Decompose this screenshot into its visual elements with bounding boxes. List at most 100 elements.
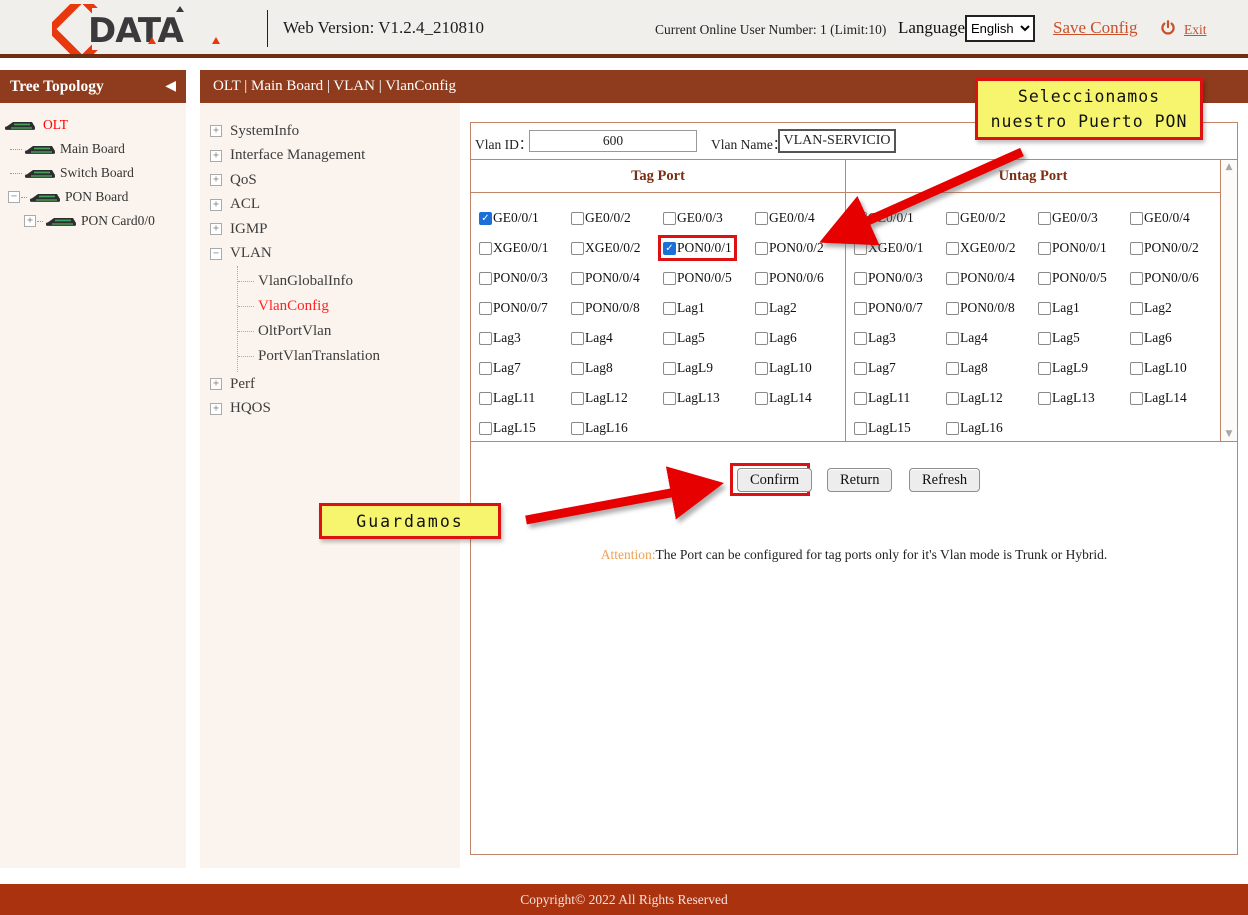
untag-checkbox-lag6[interactable]	[1130, 332, 1143, 345]
untag-checkbox-lagl16[interactable]	[946, 422, 959, 435]
menu-item-systeminfo[interactable]: +SystemInfo	[200, 119, 460, 144]
untag-checkbox-xge0-0-1[interactable]	[854, 242, 867, 255]
expand-plus-icon[interactable]: +	[210, 150, 222, 162]
untag-checkbox-lagl11[interactable]	[854, 392, 867, 405]
save-config-link[interactable]: Save Config	[1053, 18, 1138, 38]
untag-checkbox-pon0-0-1[interactable]	[1038, 242, 1051, 255]
tree-node-switch-board[interactable]: Switch Board	[0, 161, 186, 185]
power-icon[interactable]	[1160, 20, 1176, 36]
untag-checkbox-pon0-0-2[interactable]	[1130, 242, 1143, 255]
untag-checkbox-pon0-0-4[interactable]	[946, 272, 959, 285]
tag-checkbox-xge0-0-1[interactable]	[479, 242, 492, 255]
untag-checkbox-pon0-0-8[interactable]	[946, 302, 959, 315]
untag-checkbox-pon0-0-3[interactable]	[854, 272, 867, 285]
tag-checkbox-lag7[interactable]	[479, 362, 492, 375]
untag-checkbox-lag7[interactable]	[854, 362, 867, 375]
exit-link[interactable]: Exit	[1184, 22, 1207, 38]
untag-checkbox-pon0-0-6[interactable]	[1130, 272, 1143, 285]
tag-checkbox-pon0-0-1[interactable]: ✓	[663, 242, 676, 255]
tag-checkbox-lag6[interactable]	[755, 332, 768, 345]
tag-checkbox-pon0-0-3[interactable]	[479, 272, 492, 285]
untag-checkbox-lagl14[interactable]	[1130, 392, 1143, 405]
untag-checkbox-pon0-0-7[interactable]	[854, 302, 867, 315]
tree-node-pon-board[interactable]: −PON Board	[0, 185, 186, 209]
expand-plus-icon[interactable]: +	[210, 403, 222, 415]
vlan-name-input[interactable]	[778, 129, 896, 153]
menu-item-igmp[interactable]: +IGMP	[200, 217, 460, 242]
scroll-down-icon[interactable]: ▼	[1226, 429, 1233, 439]
tag-checkbox-lag1[interactable]	[663, 302, 676, 315]
tag-checkbox-lag8[interactable]	[571, 362, 584, 375]
tag-checkbox-ge0-0-2[interactable]	[571, 212, 584, 225]
vlan-id-input[interactable]	[529, 130, 697, 152]
expand-plus-icon[interactable]: +	[210, 199, 222, 211]
expand-plus-icon[interactable]: +	[210, 174, 222, 186]
untag-checkbox-lagl15[interactable]	[854, 422, 867, 435]
collapse-sidebar-icon[interactable]: ◀	[165, 70, 176, 103]
tag-checkbox-pon0-0-8[interactable]	[571, 302, 584, 315]
tag-checkbox-pon0-0-5[interactable]	[663, 272, 676, 285]
untag-checkbox-ge0-0-1[interactable]	[854, 212, 867, 225]
tree-node-pon-card0-0[interactable]: +PON Card0/0	[0, 209, 186, 233]
untag-checkbox-lagl13[interactable]	[1038, 392, 1051, 405]
tag-checkbox-xge0-0-2[interactable]	[571, 242, 584, 255]
tag-checkbox-lagl15[interactable]	[479, 422, 492, 435]
untag-checkbox-lagl12[interactable]	[946, 392, 959, 405]
untag-checkbox-lag8[interactable]	[946, 362, 959, 375]
untag-checkbox-lag5[interactable]	[1038, 332, 1051, 345]
tag-checkbox-lagl13[interactable]	[663, 392, 676, 405]
menu-item-qos[interactable]: +QoS	[200, 168, 460, 193]
tag-checkbox-lag3[interactable]	[479, 332, 492, 345]
untag-checkbox-lag3[interactable]	[854, 332, 867, 345]
untag-checkbox-xge0-0-2[interactable]	[946, 242, 959, 255]
untag-checkbox-pon0-0-5[interactable]	[1038, 272, 1051, 285]
expand-plus-icon[interactable]: +	[24, 215, 36, 227]
tag-checkbox-ge0-0-3[interactable]	[663, 212, 676, 225]
tag-checkbox-pon0-0-2[interactable]	[755, 242, 768, 255]
expand-plus-icon[interactable]: +	[210, 378, 222, 390]
return-button[interactable]: Return	[827, 468, 892, 492]
menu-item-hqos[interactable]: +HQOS	[200, 397, 460, 422]
port-table-scrollbar[interactable]: ▲ ▼	[1221, 160, 1237, 441]
menu-item-acl[interactable]: +ACL	[200, 193, 460, 218]
untag-checkbox-lag1[interactable]	[1038, 302, 1051, 315]
tree-node-main-board[interactable]: Main Board	[0, 137, 186, 161]
menu-subitem-oltportvlan[interactable]: OltPortVlan	[238, 319, 460, 344]
untag-checkbox-lagl9[interactable]	[1038, 362, 1051, 375]
tag-checkbox-lagl12[interactable]	[571, 392, 584, 405]
collapse-minus-icon[interactable]: −	[8, 191, 20, 203]
tag-checkbox-lagl10[interactable]	[755, 362, 768, 375]
tag-checkbox-lag5[interactable]	[663, 332, 676, 345]
menu-subitem-vlanglobalinfo[interactable]: VlanGlobalInfo	[238, 269, 460, 294]
tag-checkbox-ge0-0-1[interactable]: ✓	[479, 212, 492, 225]
expand-plus-icon[interactable]: +	[210, 125, 222, 137]
tag-checkbox-lagl14[interactable]	[755, 392, 768, 405]
untag-checkbox-ge0-0-4[interactable]	[1130, 212, 1143, 225]
tag-checkbox-lagl16[interactable]	[571, 422, 584, 435]
menu-item-interface-management[interactable]: +Interface Management	[200, 144, 460, 169]
menu-subitem-portvlantranslation[interactable]: PortVlanTranslation	[238, 344, 460, 369]
menu-subitem-vlanconfig[interactable]: VlanConfig	[238, 294, 460, 319]
tree-node-olt[interactable]: OLT	[0, 113, 186, 137]
untag-checkbox-lag4[interactable]	[946, 332, 959, 345]
untag-checkbox-lagl10[interactable]	[1130, 362, 1143, 375]
tag-checkbox-ge0-0-4[interactable]	[755, 212, 768, 225]
tag-checkbox-lag2[interactable]	[755, 302, 768, 315]
tag-checkbox-pon0-0-7[interactable]	[479, 302, 492, 315]
tag-checkbox-lag4[interactable]	[571, 332, 584, 345]
scroll-up-icon[interactable]: ▲	[1226, 162, 1233, 172]
collapse-minus-icon[interactable]: −	[210, 248, 222, 260]
untag-checkbox-ge0-0-3[interactable]	[1038, 212, 1051, 225]
menu-item-perf[interactable]: +Perf	[200, 372, 460, 397]
untag-checkbox-lag2[interactable]	[1130, 302, 1143, 315]
tag-checkbox-pon0-0-4[interactable]	[571, 272, 584, 285]
menu-item-vlan[interactable]: −VLAN	[200, 242, 460, 267]
untag-checkbox-ge0-0-2[interactable]	[946, 212, 959, 225]
expand-plus-icon[interactable]: +	[210, 223, 222, 235]
language-select[interactable]: English	[965, 15, 1035, 42]
tag-checkbox-lagl9[interactable]	[663, 362, 676, 375]
tag-checkbox-lagl11[interactable]	[479, 392, 492, 405]
tag-checkbox-pon0-0-6[interactable]	[755, 272, 768, 285]
confirm-button[interactable]: Confirm	[737, 468, 812, 492]
refresh-button[interactable]: Refresh	[909, 468, 980, 492]
